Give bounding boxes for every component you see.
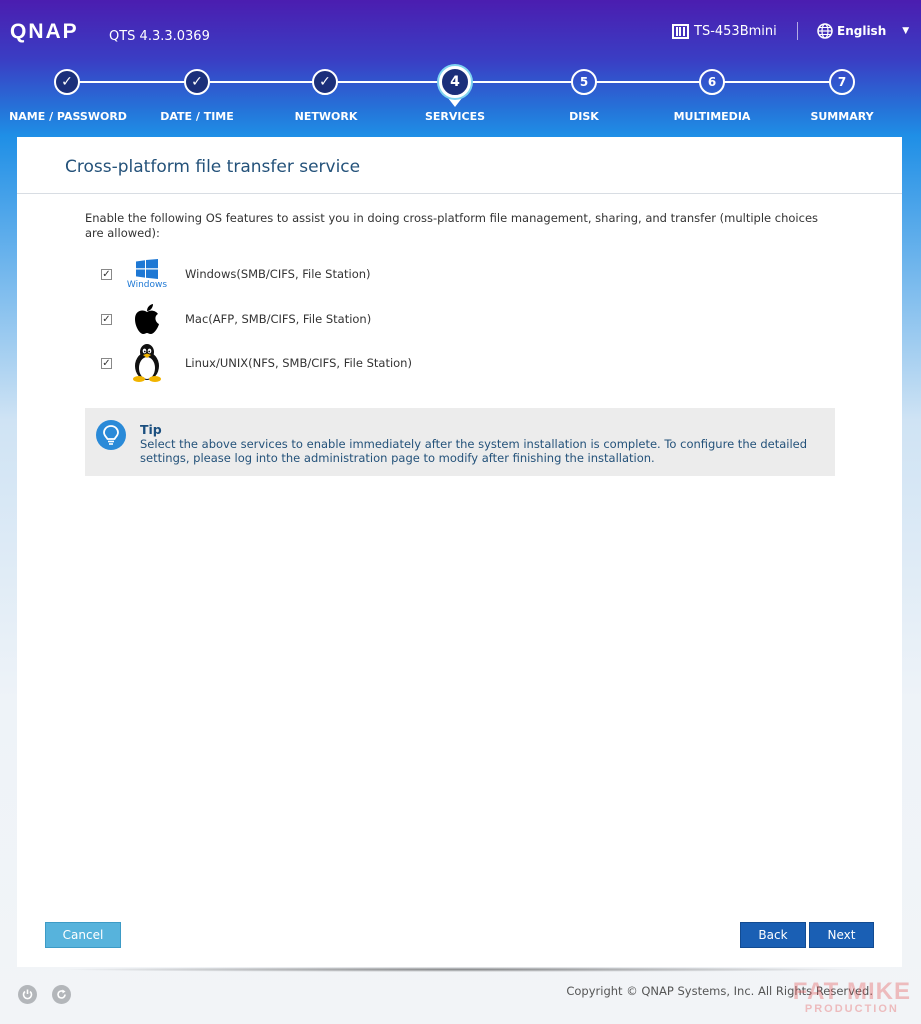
option-linux: ✓ Linux/UNIX(NFS, SMB/CIFS, File Station… <box>101 344 412 382</box>
next-button[interactable]: Next <box>809 922 874 948</box>
stepper-line <box>470 81 572 83</box>
cancel-button[interactable]: Cancel <box>45 922 121 948</box>
tip-title: Tip <box>140 422 162 437</box>
device-model-label: TS-453Bmini <box>694 24 777 39</box>
step-label-network: NETWORK <box>294 110 358 123</box>
watermark-line-1: FAT MIKE <box>792 978 911 1005</box>
device-model: TS-453Bmini <box>672 24 777 39</box>
step-2-check-icon: ✓ <box>184 69 210 95</box>
linux-checkbox[interactable]: ✓ <box>101 357 112 369</box>
watermark-line-2: PRODUCTION <box>804 1003 899 1015</box>
back-button[interactable]: Back <box>740 922 806 948</box>
apple-icon <box>127 299 167 339</box>
watermark-logo: FAT MIKE PRODUCTION <box>793 978 911 1015</box>
step-6: 6 <box>699 69 725 95</box>
tip-text: Select the above services to enable imme… <box>140 437 808 465</box>
option-windows-label: Windows(SMB/CIFS, File Station) <box>185 267 371 281</box>
step-label-services: SERVICES <box>424 110 486 123</box>
stepper-line <box>67 81 187 83</box>
option-linux-label: Linux/UNIX(NFS, SMB/CIFS, File Station) <box>185 356 412 370</box>
windows-icon-text: Windows <box>126 279 168 290</box>
tip-box: Tip Select the above services to enable … <box>85 408 835 476</box>
firmware-version: QTS 4.3.3.0369 <box>109 29 210 44</box>
chevron-down-icon: ▼ <box>902 26 910 36</box>
active-step-pointer <box>448 98 462 107</box>
page-title: Cross-platform file transfer service <box>65 157 361 177</box>
step-label-name-password: NAME / PASSWORD <box>9 110 127 123</box>
step-7: 7 <box>829 69 855 95</box>
stepper-line <box>596 81 700 83</box>
restart-icon[interactable] <box>52 985 71 1004</box>
mac-checkbox[interactable]: ✓ <box>101 313 112 325</box>
step-label-disk: DISK <box>569 110 599 123</box>
windows-checkbox[interactable]: ✓ <box>101 268 112 280</box>
step-label-date-time: DATE / TIME <box>160 110 234 123</box>
lightbulb-icon <box>96 420 126 450</box>
step-label-multimedia: MULTIMEDIA <box>673 110 751 123</box>
stepper-line <box>210 81 314 83</box>
power-icon[interactable] <box>18 985 37 1004</box>
intro-text: Enable the following OS features to assi… <box>85 211 819 240</box>
qnap-logo: QNAP <box>10 20 79 43</box>
panel-shadow <box>55 967 865 972</box>
wizard-panel: Cross-platform file transfer service Ena… <box>17 137 902 967</box>
option-windows: ✓ Windows Windows(SMB/CIFS, File Station… <box>101 258 371 290</box>
step-1-check-icon: ✓ <box>54 69 80 95</box>
header-separator <box>797 22 798 40</box>
stepper-line <box>338 81 440 83</box>
language-selector[interactable]: English ▼ <box>817 23 909 39</box>
nas-device-icon <box>672 24 689 39</box>
linux-penguin-icon <box>127 343 167 383</box>
step-5: 5 <box>571 69 597 95</box>
globe-icon <box>817 23 833 39</box>
option-mac: ✓ Mac(AFP, SMB/CIFS, File Station) <box>101 304 371 334</box>
step-3-check-icon: ✓ <box>312 69 338 95</box>
step-label-summary: SUMMARY <box>810 110 874 123</box>
option-mac-label: Mac(AFP, SMB/CIFS, File Station) <box>185 312 372 326</box>
stepper-line <box>724 81 830 83</box>
step-4-active: 4 <box>439 66 471 98</box>
title-divider <box>17 193 902 194</box>
windows-icon: Windows <box>127 254 167 294</box>
language-label: English <box>837 24 887 38</box>
